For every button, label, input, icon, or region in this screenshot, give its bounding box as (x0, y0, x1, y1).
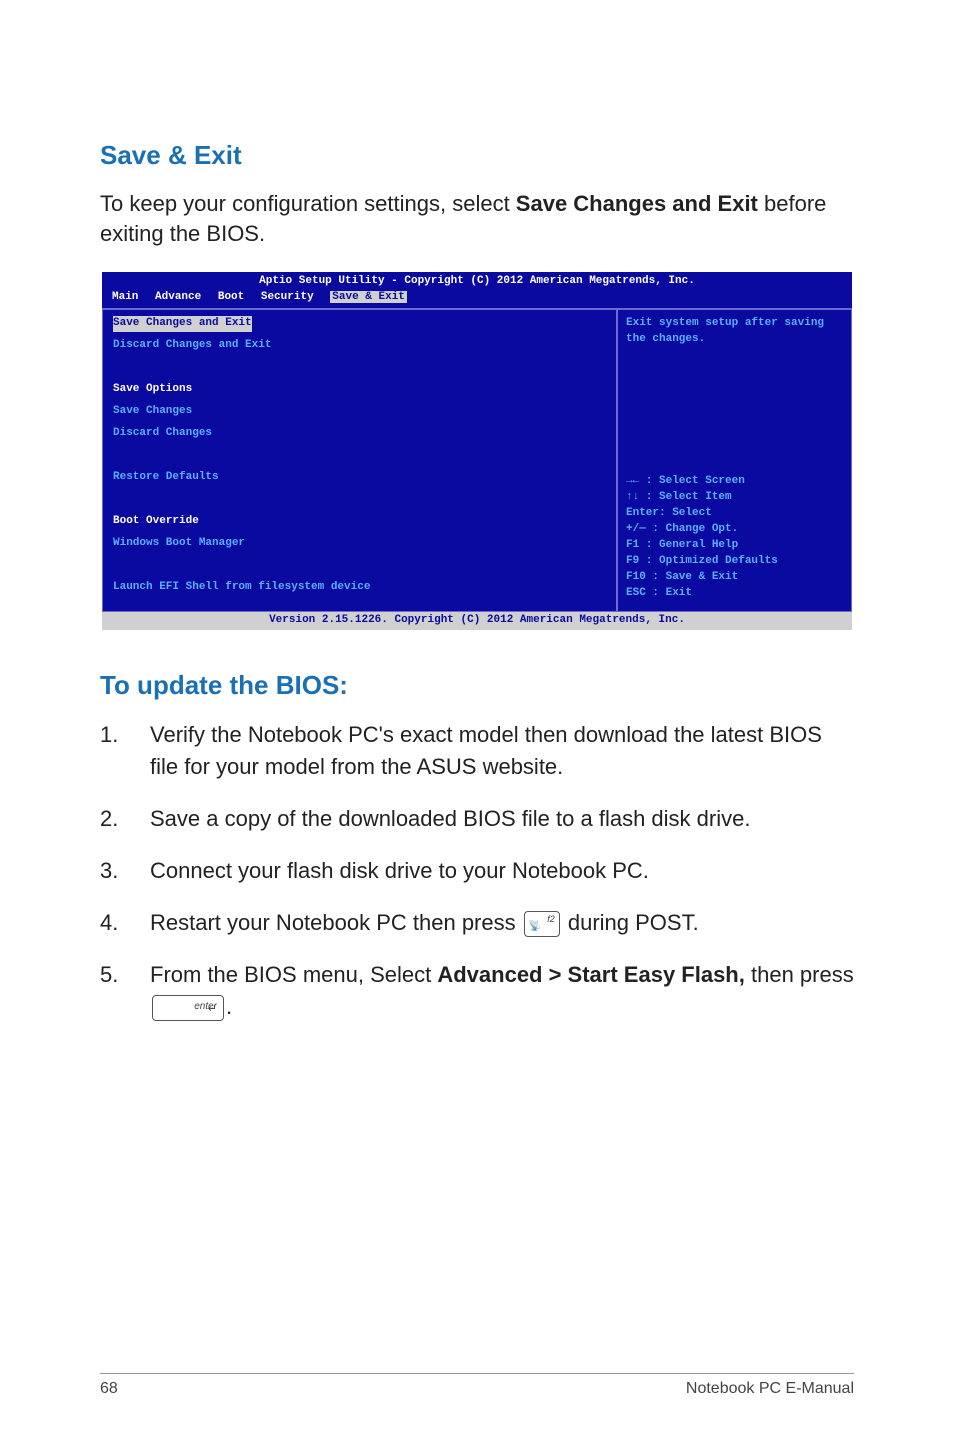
bios-help-line: →← : Select Screen (626, 474, 843, 490)
bios-item-blank (113, 448, 606, 464)
step-3: Connect your flash disk drive to your No… (100, 855, 854, 887)
bios-tabs: Main Advance Boot Security Save & Exit (102, 290, 852, 308)
bios-item: Discard Changes (113, 426, 606, 442)
bios-right-panel: Exit system setup after saving the chang… (617, 309, 852, 612)
footer-title: Notebook PC E-Manual (686, 1380, 854, 1398)
step-1: Verify the Notebook PC's exact model the… (100, 719, 854, 783)
bios-item: Windows Boot Manager (113, 536, 606, 552)
bios-item: Launch EFI Shell from filesystem device (113, 580, 606, 596)
bios-tab-security: Security (261, 291, 314, 303)
bios-help-line: +/— : Change Opt. (626, 522, 843, 538)
step-5-post: . (226, 994, 232, 1019)
bios-item-blank (113, 558, 606, 574)
bios-tab-save-exit: Save & Exit (330, 291, 407, 303)
bios-help-line: ↑↓ : Select Item (626, 490, 843, 506)
wifi-icon: 📡 (529, 920, 541, 935)
bios-tab-boot: Boot (218, 291, 244, 303)
f2-key-icon: f2 📡 (524, 911, 560, 937)
bios-tab-main: Main (112, 291, 138, 303)
bios-item-blank (113, 492, 606, 508)
bios-screenshot: Aptio Setup Utility - Copyright (C) 2012… (102, 272, 852, 630)
bios-item-blank (113, 360, 606, 376)
steps-list: Verify the Notebook PC's exact model the… (100, 719, 854, 1022)
bios-help-description: Exit system setup after saving the chang… (626, 316, 843, 348)
bios-help-line: ESC : Exit (626, 586, 843, 602)
enter-glyph-icon: ↵ (208, 1002, 217, 1018)
bios-tab-advance: Advance (155, 291, 201, 303)
intro-bold: Save Changes and Exit (516, 191, 758, 216)
bios-footer: Version 2.15.1226. Copyright (C) 2012 Am… (102, 612, 852, 630)
enter-key-icon: enter ↵ (152, 995, 224, 1021)
heading-update-bios: To update the BIOS: (100, 670, 854, 701)
step-5-pre: From the BIOS menu, Select (150, 962, 437, 987)
bios-item-heading: Save Options (113, 382, 606, 398)
bios-item-selected: Save Changes and Exit (113, 316, 252, 332)
bios-help-line: F1 : General Help (626, 538, 843, 554)
step-5: From the BIOS menu, Select Advanced > St… (100, 959, 854, 1023)
bios-item-heading: Boot Override (113, 514, 606, 530)
heading-save-exit: Save & Exit (100, 140, 854, 171)
bios-help-line: F10 : Save & Exit (626, 570, 843, 586)
page-number: 68 (100, 1380, 118, 1398)
bios-item: Restore Defaults (113, 470, 606, 486)
bios-header: Aptio Setup Utility - Copyright (C) 2012… (102, 272, 852, 290)
bios-help-keys: →← : Select Screen ↑↓ : Select Item Ente… (626, 474, 843, 602)
bios-item: Save Changes (113, 404, 606, 420)
intro-pre: To keep your configuration settings, sel… (100, 191, 516, 216)
step-4: Restart your Notebook PC then press f2 📡… (100, 907, 854, 939)
step-5-bold: Advanced > Start Easy Flash, (437, 962, 745, 987)
bios-left-panel: Save Changes and Exit Discard Changes an… (102, 309, 617, 612)
intro-paragraph: To keep your configuration settings, sel… (100, 189, 854, 248)
bios-item: Discard Changes and Exit (113, 338, 606, 354)
step-2: Save a copy of the downloaded BIOS file … (100, 803, 854, 835)
step-5-mid: then press (745, 962, 854, 987)
f2-label: f2 (547, 913, 555, 926)
step-4-pre: Restart your Notebook PC then press (150, 910, 522, 935)
bios-help-line: Enter: Select (626, 506, 843, 522)
bios-help-line: F9 : Optimized Defaults (626, 554, 843, 570)
step-4-post: during POST. (568, 910, 699, 935)
page-footer: 68 Notebook PC E-Manual (100, 1373, 854, 1398)
